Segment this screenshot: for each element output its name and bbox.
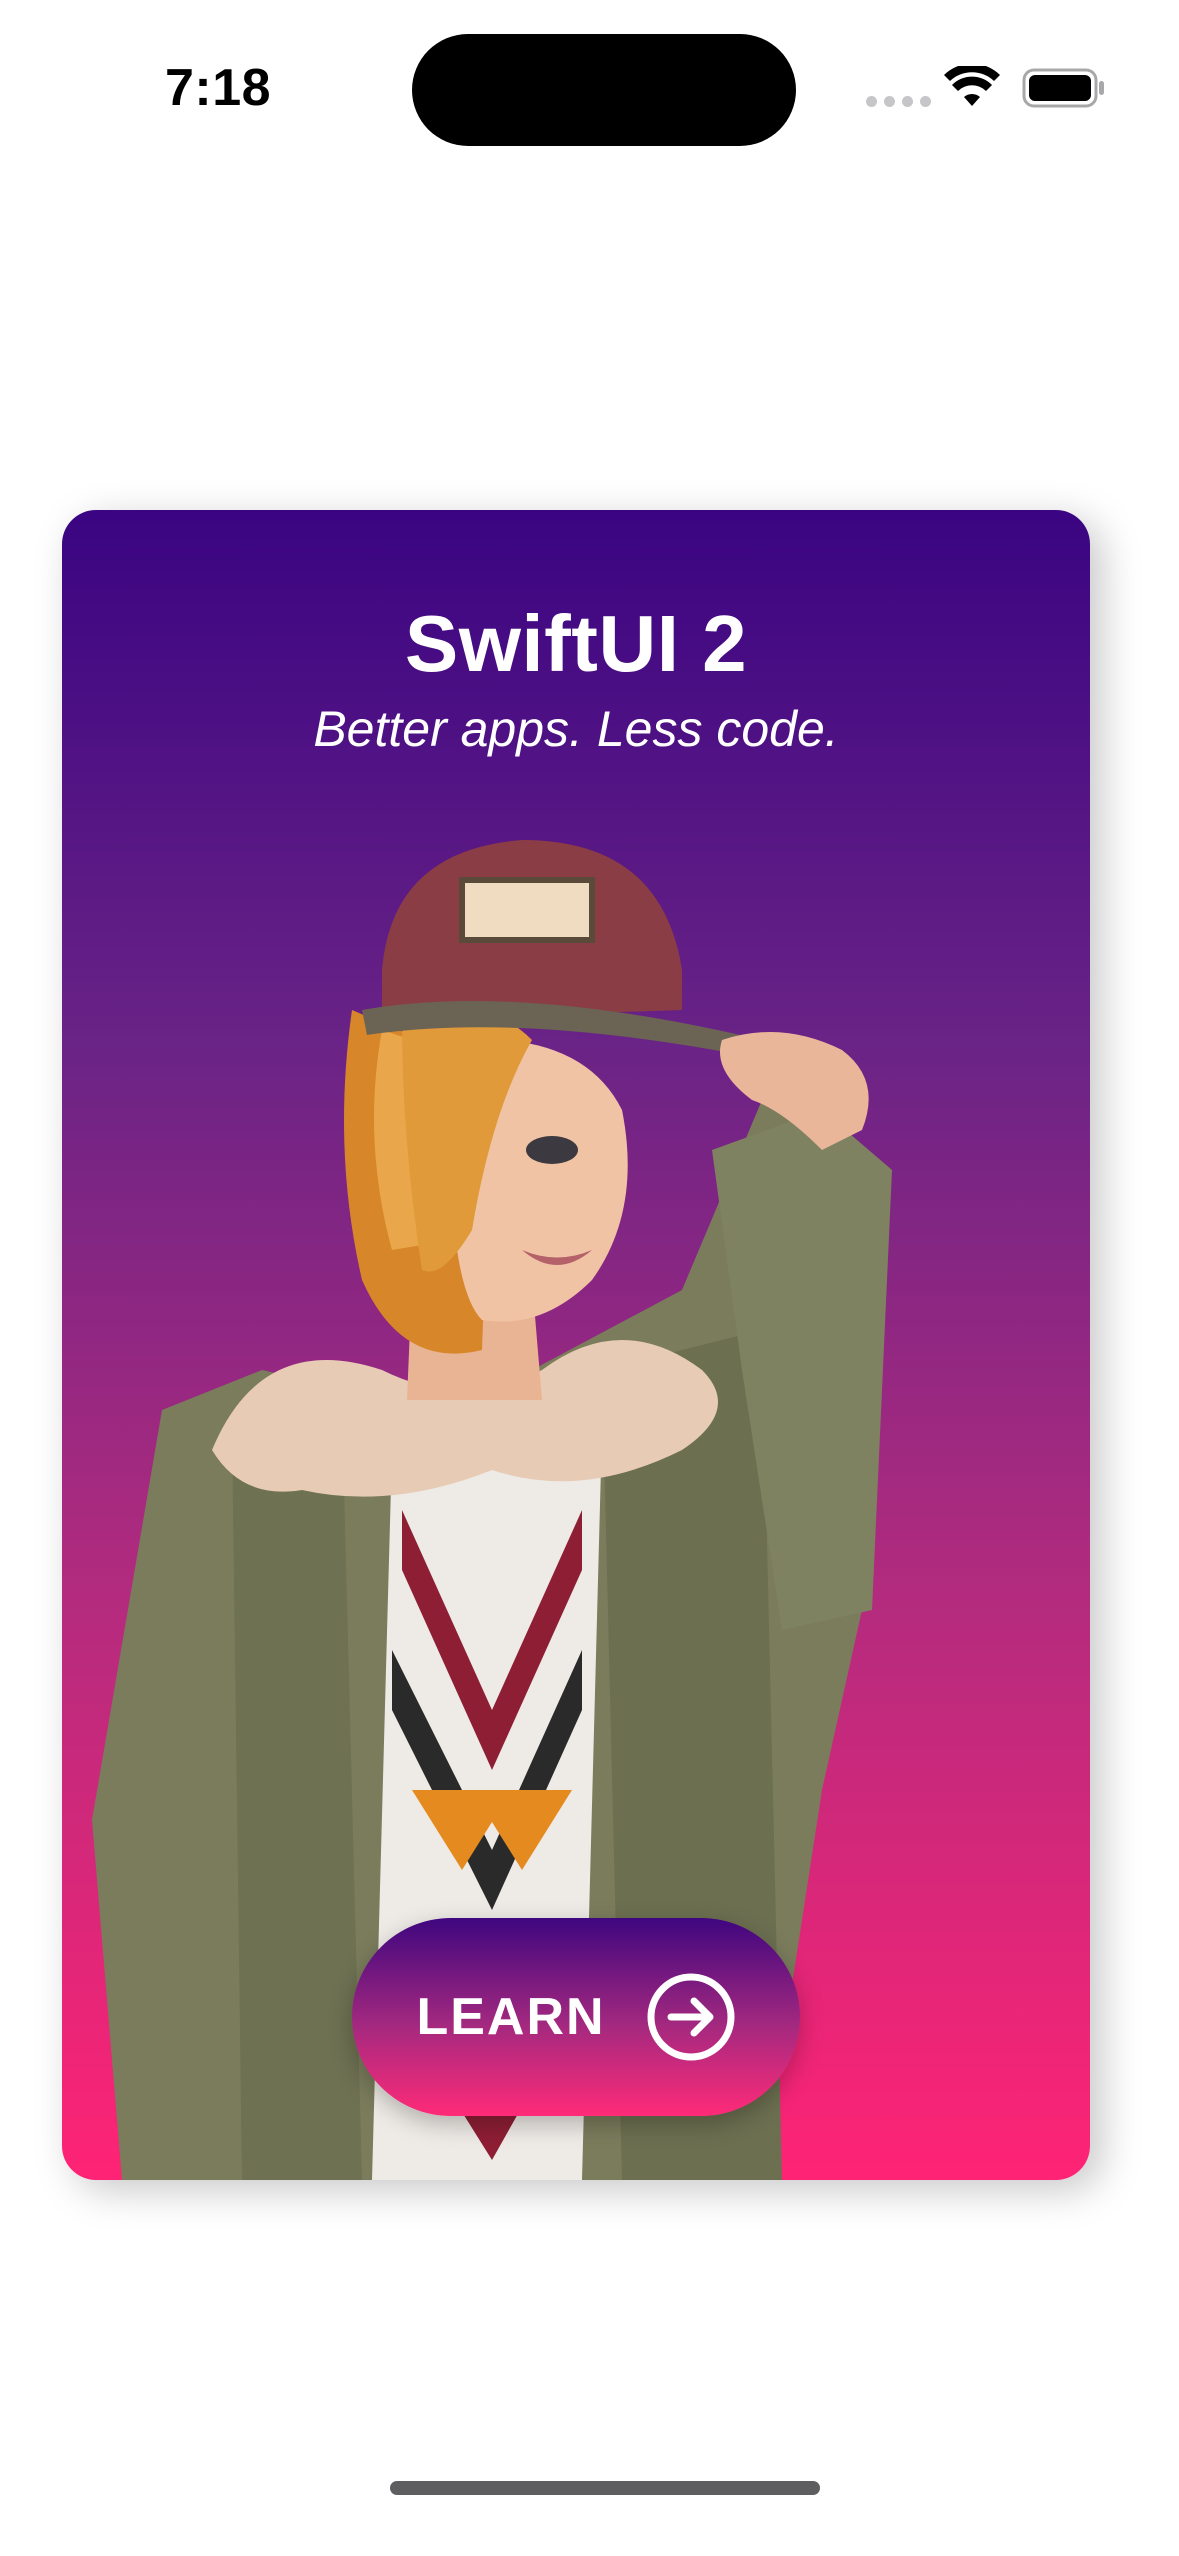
learn-button-label: LEARN: [416, 1988, 606, 2046]
card-title: SwiftUI 2: [404, 599, 748, 688]
arrow-right-circle-icon: [647, 1973, 735, 2061]
card-subtitle: Better apps. Less code.: [313, 701, 839, 757]
screen: 7:18 SwiftUI 2 Better apps. Less code. L…: [0, 0, 1179, 2556]
dynamic-island: [412, 34, 796, 146]
learn-button[interactable]: LEARN: [352, 1918, 800, 2116]
battery-icon: [1022, 68, 1104, 108]
home-indicator[interactable]: [390, 2481, 820, 2495]
wifi-icon: [944, 66, 1000, 106]
cellular-signal-icon: [866, 96, 931, 107]
status-time: 7:18: [165, 59, 272, 117]
